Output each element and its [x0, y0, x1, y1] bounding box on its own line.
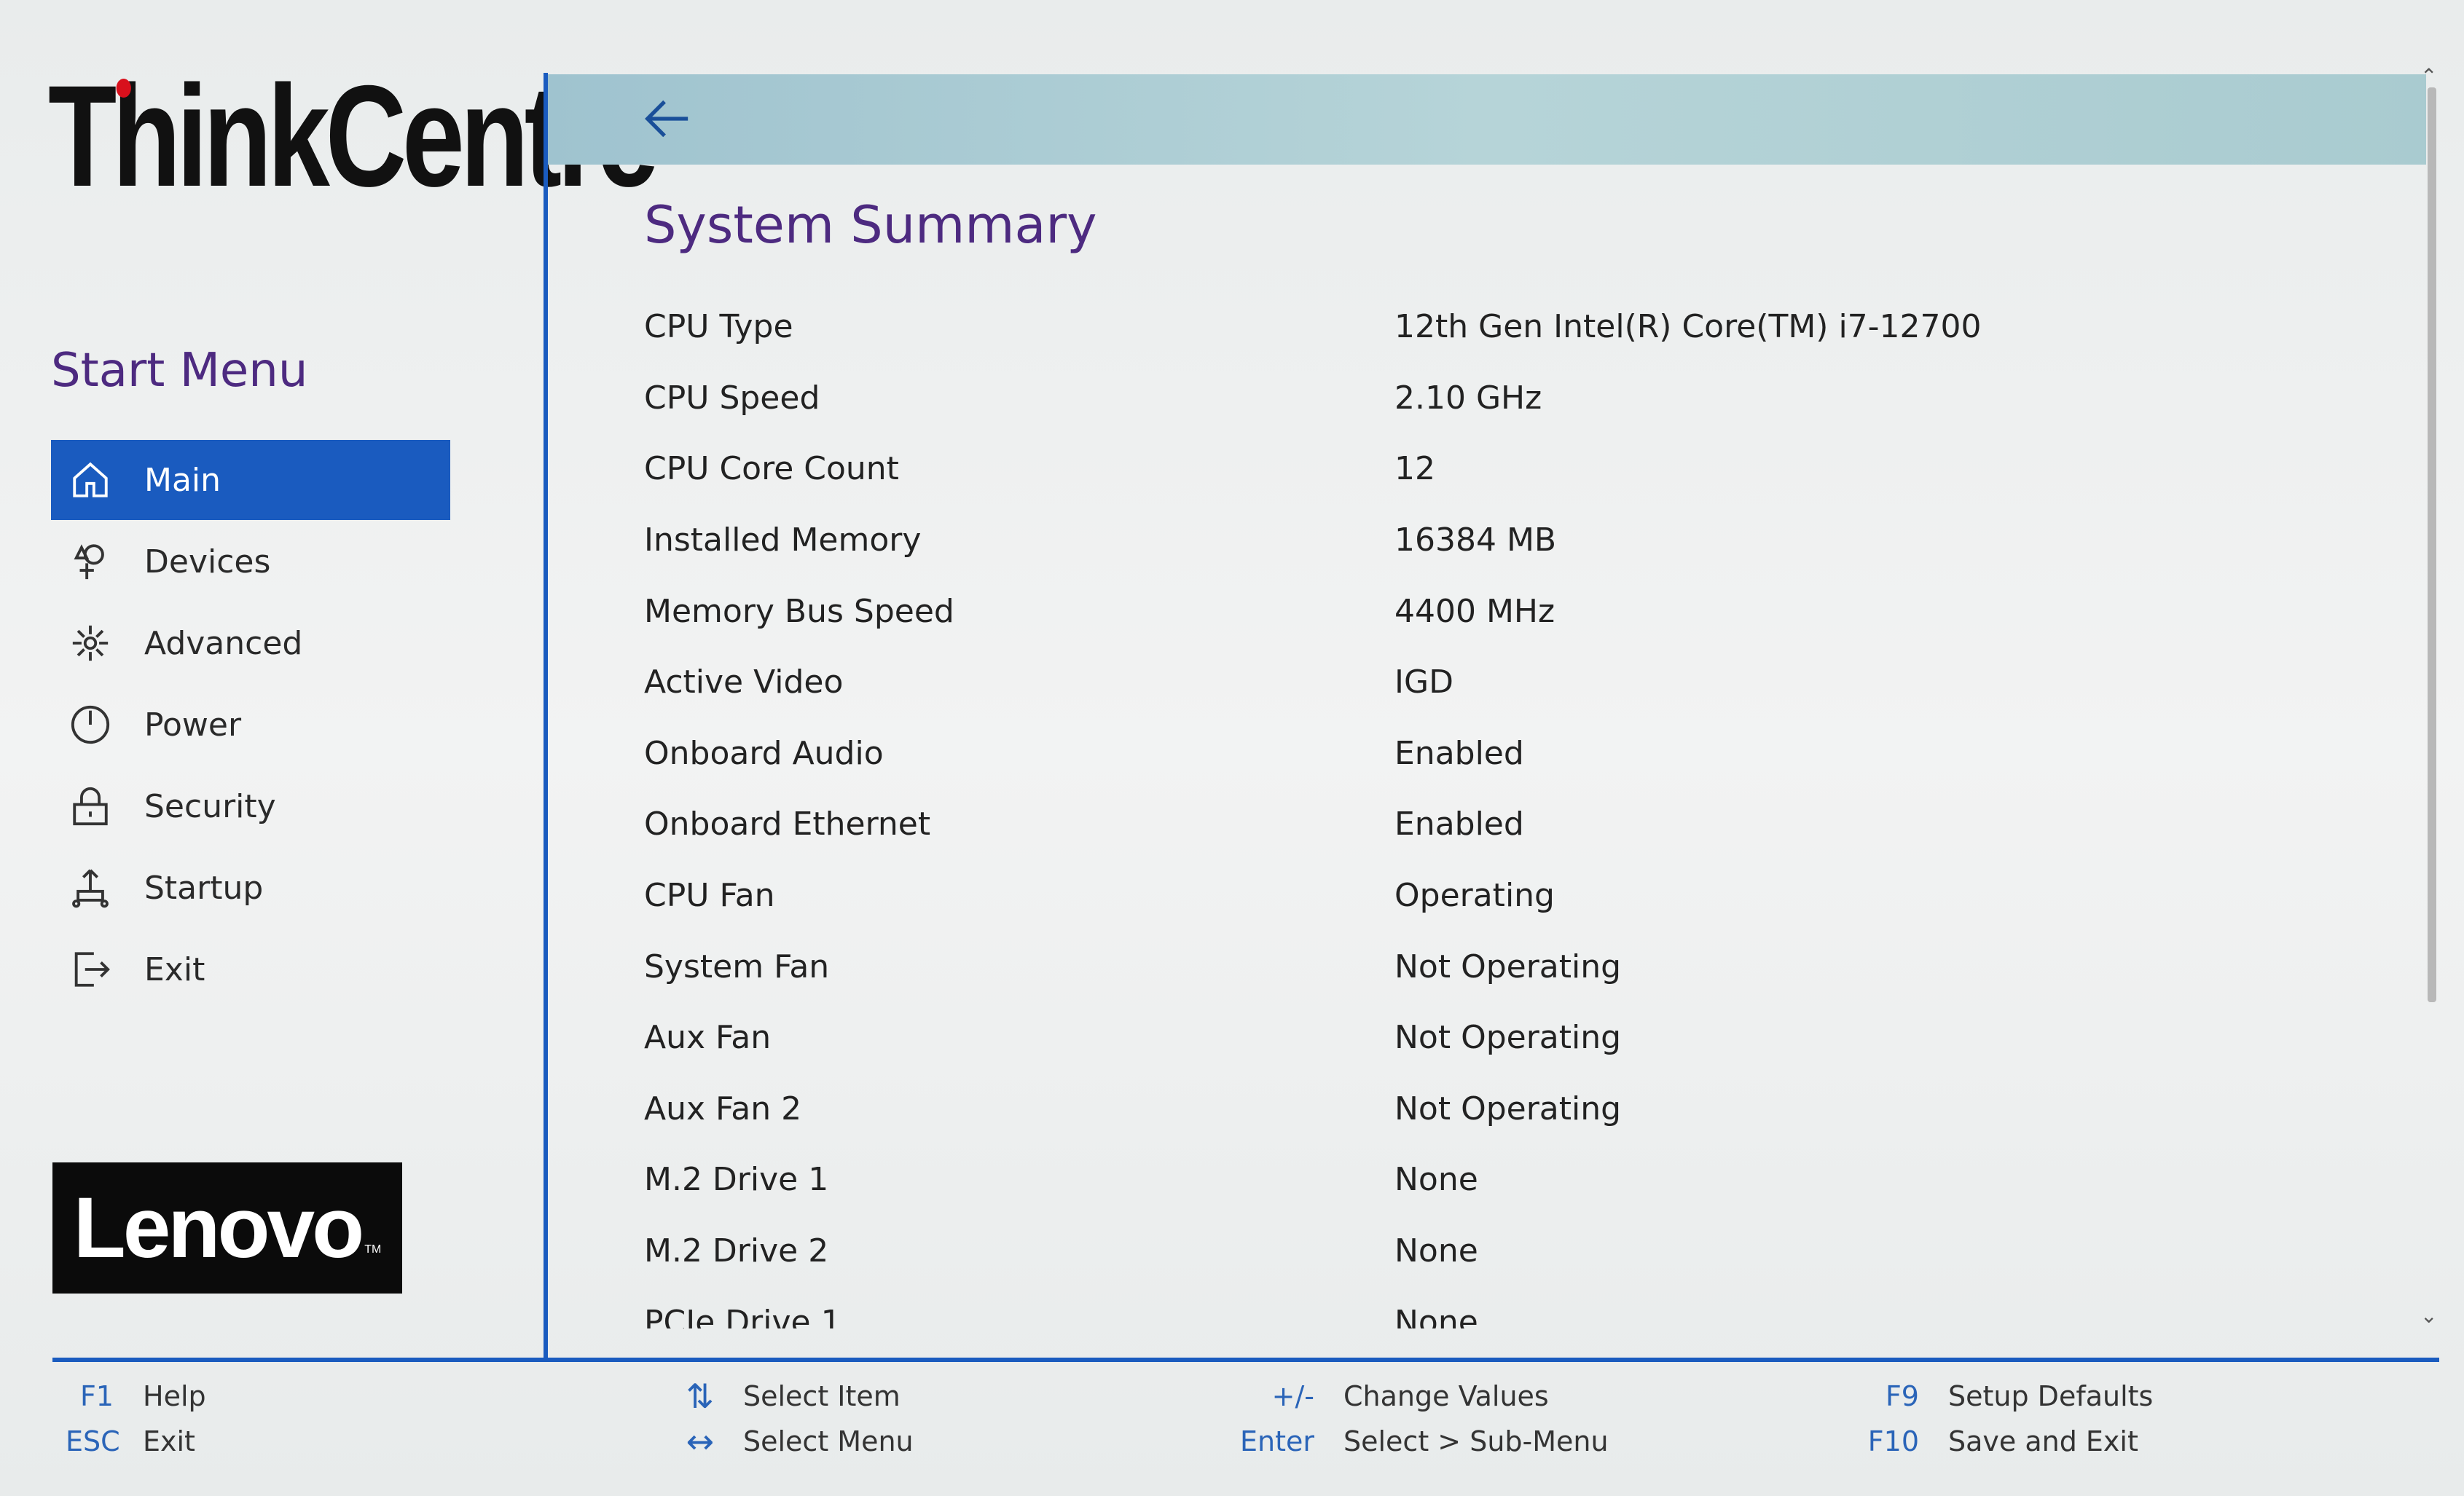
header-bar — [548, 74, 2426, 165]
table-row: M.2 Drive 1 None — [644, 1144, 2393, 1216]
row-value: Not Operating — [1394, 1019, 1622, 1057]
row-value: Not Operating — [1394, 948, 1622, 985]
table-row: Active Video IGD — [644, 647, 2393, 718]
up-down-arrows-icon: ⇅ — [686, 1377, 714, 1416]
row-value: None — [1394, 1161, 1478, 1199]
table-row: Onboard Audio Enabled — [644, 718, 2393, 790]
devices-icon — [68, 540, 112, 583]
key-description: Help — [143, 1380, 206, 1412]
sidebar-item-devices[interactable]: Devices — [51, 521, 450, 602]
row-value: 4400 MHz — [1394, 592, 1555, 630]
table-row: M.2 Drive 2 None — [644, 1216, 2393, 1287]
scroll-up-icon[interactable]: ⌃ — [2420, 64, 2437, 88]
row-value: Enabled — [1394, 734, 1524, 772]
summary-table: CPU Type 12th Gen Intel(R) Core(TM) i7-12… — [644, 291, 2393, 1328]
left-right-arrows-icon: ↔ — [686, 1422, 714, 1461]
row-label: Onboard Audio — [644, 734, 884, 772]
bios-screen: ThinkCentre Start Menu Main Devices Adva… — [0, 0, 2464, 1496]
row-label: Memory Bus Speed — [644, 592, 954, 630]
table-row: System Fan Not Operating — [644, 931, 2393, 1002]
row-label: PCIe Drive 1 — [644, 1303, 841, 1328]
key-label: F9 — [1885, 1380, 1919, 1412]
key-description: Setup Defaults — [1948, 1380, 2154, 1412]
key-label: ESC — [66, 1425, 120, 1457]
row-label: Onboard Ethernet — [644, 806, 931, 843]
sidebar-item-exit[interactable]: Exit — [51, 929, 450, 1009]
row-value: Operating — [1394, 877, 1555, 915]
row-label: CPU Core Count — [644, 450, 899, 488]
sidebar-item-label: Exit — [144, 950, 205, 988]
key-legend-group: F1 Help ESC Exit — [66, 1374, 206, 1464]
table-row: Installed Memory 16384 MB — [644, 505, 2393, 576]
sidebar-item-label: Devices — [144, 543, 271, 580]
footer-divider — [52, 1358, 2439, 1362]
key-legend-group: ⇅ Select Item ↔ Select Menu — [663, 1374, 914, 1464]
row-label: CPU Fan — [644, 877, 775, 915]
row-value: 2.10 GHz — [1394, 379, 1542, 417]
row-value: 16384 MB — [1394, 521, 1557, 559]
row-value: Not Operating — [1394, 1090, 1622, 1127]
sidebar-item-label: Security — [144, 787, 276, 825]
table-row: Aux Fan Not Operating — [644, 1002, 2393, 1074]
key-label: +/- — [1271, 1380, 1314, 1412]
page-title: System Summary — [644, 195, 1097, 255]
scroll-down-icon[interactable]: ⌄ — [2420, 1304, 2437, 1328]
row-label: Active Video — [644, 664, 844, 701]
back-arrow-icon[interactable] — [641, 93, 692, 144]
sidebar-item-security[interactable]: Security — [51, 766, 450, 846]
table-row: CPU Fan Operating — [644, 860, 2393, 932]
sidebar-item-label: Startup — [144, 869, 264, 907]
row-label: Aux Fan 2 — [644, 1090, 802, 1127]
sidebar-item-startup[interactable]: Startup — [51, 848, 450, 928]
sidebar-item-label: Advanced — [144, 624, 303, 662]
row-value: Enabled — [1394, 806, 1524, 843]
lock-icon — [68, 784, 112, 828]
sidebar-item-advanced[interactable]: Advanced — [51, 603, 450, 683]
table-row: Aux Fan 2 Not Operating — [644, 1074, 2393, 1145]
row-label: M.2 Drive 2 — [644, 1232, 829, 1270]
sidebar-item-label: Power — [144, 706, 242, 744]
table-row: CPU Core Count 12 — [644, 433, 2393, 505]
sidebar-nav: Main Devices Advanced Power Security Sta… — [51, 440, 450, 1011]
advanced-icon — [68, 621, 112, 665]
row-value: 12 — [1394, 450, 1435, 488]
row-label: Installed Memory — [644, 521, 922, 559]
power-icon — [68, 703, 112, 747]
table-row: Memory Bus Speed 4400 MHz — [644, 575, 2393, 647]
key-description: Select Item — [743, 1380, 901, 1412]
table-row: CPU Speed 2.10 GHz — [644, 363, 2393, 434]
row-value: None — [1394, 1232, 1478, 1270]
key-label: F1 — [79, 1380, 114, 1412]
key-description: Exit — [143, 1425, 195, 1457]
startup-icon — [68, 866, 112, 910]
key-legend-group: F9 Setup Defaults F10 Save and Exit — [1851, 1374, 2154, 1464]
sidebar-item-label: Main — [144, 461, 221, 499]
row-label: Aux Fan — [644, 1019, 772, 1057]
row-value: 12th Gen Intel(R) Core(TM) i7-12700 — [1394, 308, 1982, 346]
row-label: CPU Type — [644, 308, 793, 346]
lenovo-logo: Lenovo TM — [52, 1162, 402, 1294]
panel-divider — [544, 73, 548, 1362]
row-value: None — [1394, 1303, 1478, 1328]
table-row: Onboard Ethernet Enabled — [644, 789, 2393, 860]
scrollbar[interactable] — [2428, 87, 2436, 1002]
row-value: IGD — [1394, 664, 1453, 701]
exit-icon — [68, 948, 112, 991]
table-row: PCIe Drive 1 None — [644, 1286, 2393, 1328]
key-description: Select > Sub-Menu — [1343, 1425, 1609, 1457]
key-description: Change Values — [1343, 1380, 1549, 1412]
row-label: M.2 Drive 1 — [644, 1161, 829, 1199]
home-icon — [68, 458, 112, 502]
sidebar-item-power[interactable]: Power — [51, 685, 450, 765]
row-label: CPU Speed — [644, 379, 820, 417]
table-row: CPU Type 12th Gen Intel(R) Core(TM) i7-12… — [644, 291, 2393, 363]
key-label: F10 — [1867, 1425, 1919, 1457]
key-description: Select Menu — [743, 1425, 914, 1457]
sidebar-item-main[interactable]: Main — [51, 440, 450, 520]
start-menu-title: Start Menu — [51, 344, 308, 398]
row-label: System Fan — [644, 948, 830, 985]
key-label: Enter — [1240, 1425, 1314, 1457]
key-legend-group: +/- Change Values Enter Select > Sub-Menu — [1231, 1374, 1609, 1464]
key-description: Save and Exit — [1948, 1425, 2138, 1457]
